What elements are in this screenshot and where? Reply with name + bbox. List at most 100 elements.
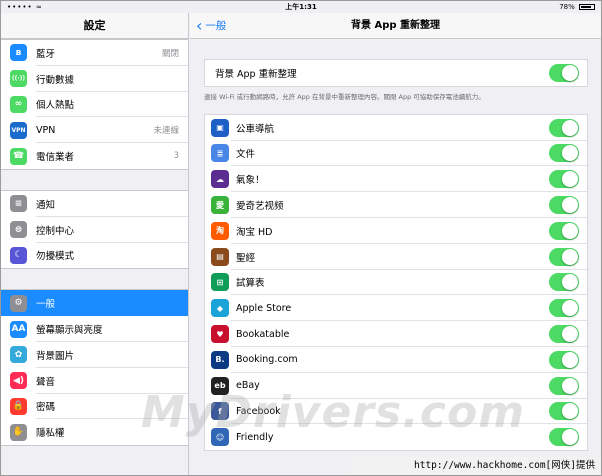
sidebar-item[interactable]: ⚙ 一般 <box>1 290 188 317</box>
app-row: ☺ Friendly <box>205 424 587 450</box>
control-center-icon: ⊜ <box>10 221 27 239</box>
cellular-icon: ((·)) <box>10 70 27 88</box>
sidebar-item-label: 控制中心 <box>36 225 75 237</box>
lock-icon: 🔒 <box>10 397 27 415</box>
ebay-icon: eb <box>211 376 229 395</box>
app-row-label: 公車導航 <box>236 123 275 135</box>
app-refresh-toggle[interactable] <box>549 402 579 421</box>
sidebar-item[interactable]: ◀) 聲音 <box>1 367 188 394</box>
app-row-label: Apple Store <box>236 302 292 314</box>
sidebar-item-label: 一般 <box>36 299 56 311</box>
sidebar-item-label: 聲音 <box>36 376 56 388</box>
app-row-label: 聖經 <box>236 252 256 264</box>
sidebar-item[interactable]: ☎ 電信業者 3 <box>1 143 188 169</box>
app-refresh-toggle[interactable] <box>549 118 579 137</box>
settings-sidebar: 設定 ʙ 藍牙 關閉 ((·)) 行動數據 ∞ 個人熱點 VPN VPN 未連線 ☎ 電信業者 3 ≡ 通知… <box>1 13 189 475</box>
sidebar-item[interactable]: ☾ 勿擾模式 <box>1 242 188 269</box>
bus-icon: ▣ <box>211 118 229 137</box>
booking-icon: B. <box>211 350 229 369</box>
app-refresh-toggle[interactable] <box>549 170 579 189</box>
sidebar-item[interactable]: ✿ 背景圖片 <box>1 341 188 368</box>
app-refresh-toggle[interactable] <box>549 273 579 292</box>
sidebar-item-label: 電信業者 <box>36 152 75 164</box>
source-caption: http://www.hackhome.com[网侠]提供 <box>351 457 601 475</box>
battery-icon <box>579 4 595 10</box>
app-row: 愛愛奇艺视频 <box>205 192 587 218</box>
hotspot-icon: ∞ <box>10 95 27 113</box>
bluetooth-icon: ʙ <box>10 44 27 62</box>
sidebar-item-label: 隱私權 <box>36 428 65 440</box>
app-refresh-toggle[interactable] <box>549 196 579 215</box>
app-refresh-toggle[interactable] <box>549 428 579 447</box>
facebook-icon: f <box>211 402 229 421</box>
sidebar-item-label: VPN <box>36 124 56 136</box>
battery-percent: 78% <box>559 3 575 11</box>
sidebar-item-label: 行動數據 <box>36 74 75 86</box>
sidebar-item[interactable]: ⊜ 控制中心 <box>1 216 188 243</box>
app-row-label: 文件 <box>236 149 256 161</box>
privacy-hand-icon: ✋ <box>10 423 27 441</box>
sidebar-item[interactable]: VPN VPN 未連線 <box>1 117 188 144</box>
notifications-icon: ≡ <box>10 195 27 213</box>
page-title: 背景 App 重新整理 <box>350 20 441 31</box>
bookatable-icon: ♥ <box>211 325 229 344</box>
sidebar-item[interactable]: AA 螢幕顯示與亮度 <box>1 316 188 342</box>
app-row-label: eBay <box>236 380 260 392</box>
app-row: ⊞ 試算表 <box>205 270 587 296</box>
app-row: f Facebook <box>205 399 587 425</box>
gear-icon: ⚙ <box>10 294 27 312</box>
sidebar-item-label: 背景圖片 <box>36 350 75 362</box>
ipad-screen: ••••• ≈ 上午1:31 78% 設定 ʙ 藍牙 關閉 ((·)) 行動數據 ∞ 個人熱… <box>0 0 602 476</box>
sheets-icon: ⊞ <box>211 273 229 292</box>
app-refresh-toggle[interactable] <box>549 247 579 266</box>
wallpaper-icon: ✿ <box>10 346 27 364</box>
sidebar-item[interactable]: 🔒 密碼 <box>1 393 188 420</box>
weather-icon: ☁ <box>211 170 229 189</box>
app-refresh-toggle[interactable] <box>549 325 579 344</box>
sidebar-item-label: 個人熱點 <box>36 100 75 112</box>
app-refresh-toggle[interactable] <box>549 299 579 318</box>
sidebar-item-value: 未連線 <box>153 126 179 137</box>
app-refresh-toggle[interactable] <box>549 144 579 163</box>
bible-icon: ▤ <box>211 247 229 266</box>
sidebar-item[interactable]: ∞ 個人熱點 <box>1 91 188 118</box>
app-row-label: Friendly <box>236 431 274 443</box>
sidebar-group: ʙ 藍牙 關閉 ((·)) 行動數據 ∞ 個人熱點 VPN VPN 未連線 ☎ 電信業者 3 <box>1 39 188 170</box>
app-row: eb eBay <box>205 373 587 399</box>
master-toggle-group: 背景 App 重新整理 <box>204 59 588 87</box>
taobao-icon: 淘 <box>211 221 229 240</box>
app-refresh-toggle[interactable] <box>549 376 579 395</box>
app-refresh-toggle[interactable] <box>549 221 579 240</box>
app-row: ◆ Apple Store <box>205 295 587 322</box>
app-row: ▣ 公車導航 <box>205 115 587 141</box>
sidebar-item[interactable]: ((·)) 行動數據 <box>1 65 188 92</box>
battery-status: 78% <box>559 1 595 13</box>
app-row-label: 愛奇艺视频 <box>236 201 284 213</box>
sidebar-group: ⚙ 一般 AA 螢幕顯示與亮度 ✿ 背景圖片 ◀) 聲音 🔒 密碼 ✋ 隱私權 <box>1 289 188 447</box>
app-row: ☁ 氣象！ <box>205 166 587 193</box>
sidebar-group: ≡ 通知 ⊜ 控制中心 ☾ 勿擾模式 <box>1 189 188 270</box>
sidebar-item[interactable]: ≡ 通知 <box>1 190 188 217</box>
app-row: 淘淘宝 HD <box>205 218 587 244</box>
master-toggle-row: 背景 App 重新整理 <box>205 60 587 86</box>
app-row: B. Booking.com <box>205 347 587 373</box>
sidebar-item-label: 通知 <box>36 199 56 211</box>
master-toggle-label: 背景 App 重新整理 <box>215 68 297 80</box>
sidebar-item-label: 勿擾模式 <box>36 251 75 263</box>
sidebar-groups: ʙ 藍牙 關閉 ((·)) 行動數據 ∞ 個人熱點 VPN VPN 未連線 ☎ 電信業者 3 ≡ 通知 ⊜ 控制… <box>1 39 188 447</box>
apple-store-icon: ◆ <box>211 299 229 318</box>
app-refresh-toggle[interactable] <box>549 350 579 369</box>
sidebar-item-label: 密碼 <box>36 402 56 414</box>
master-toggle-switch[interactable] <box>549 63 579 82</box>
friendly-icon: ☺ <box>211 428 229 447</box>
app-row: ≣ 文件 <box>205 141 587 167</box>
detail-navbar: ‹ 一般 背景 App 重新整理 <box>190 13 601 39</box>
app-row-label: Facebook <box>236 405 281 417</box>
sidebar-item[interactable]: ✋ 隱私權 <box>1 419 188 446</box>
app-row: ▤ 聖經 <box>205 244 587 270</box>
moon-icon: ☾ <box>10 246 27 264</box>
sidebar-item[interactable]: ʙ 藍牙 關閉 <box>1 40 188 66</box>
